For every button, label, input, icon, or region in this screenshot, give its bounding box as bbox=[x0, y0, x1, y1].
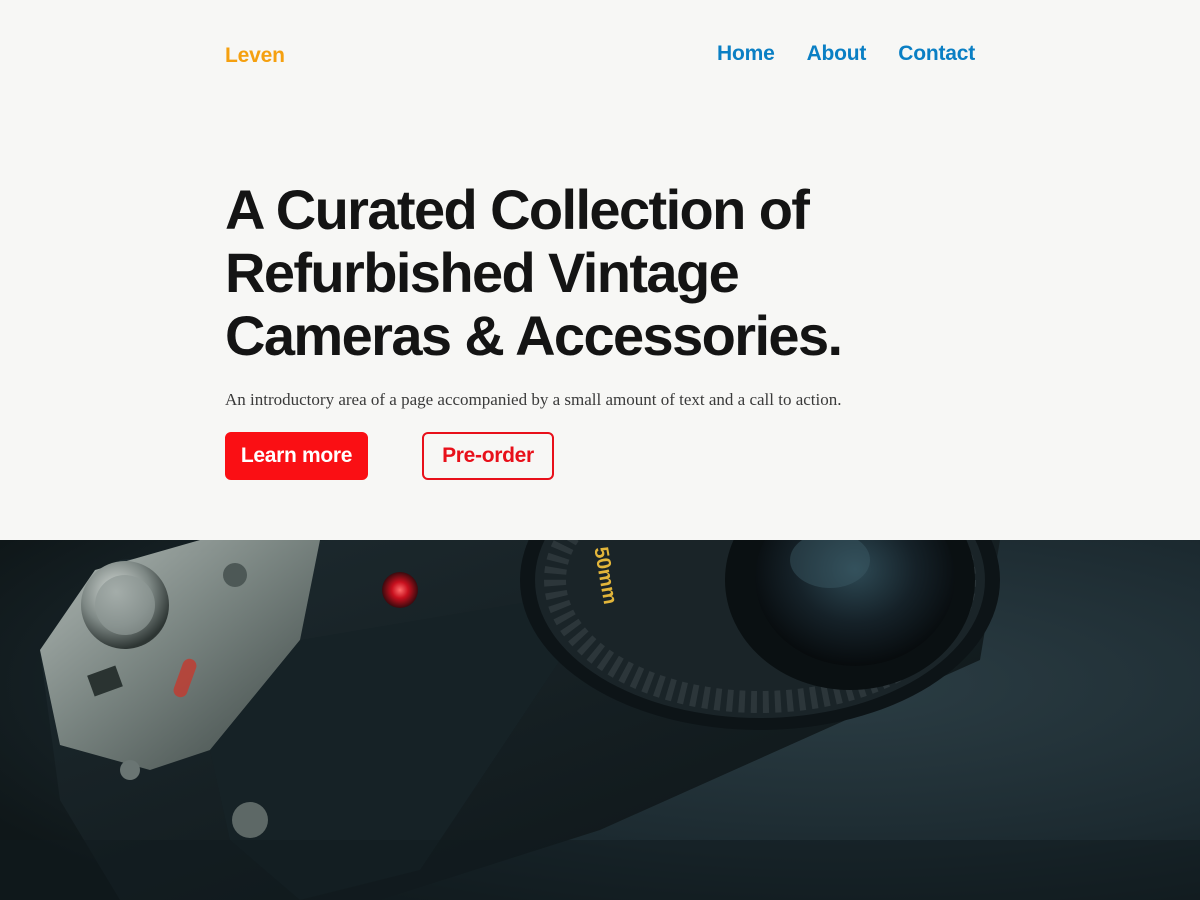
pre-order-button[interactable]: Pre-order bbox=[422, 432, 554, 480]
logo[interactable]: Leven bbox=[225, 44, 285, 68]
hero-subtitle: An introductory area of a page accompani… bbox=[225, 390, 842, 409]
hero-title: A Curated Collection of Refurbished Vint… bbox=[225, 178, 843, 367]
main-nav: Home About Contact bbox=[717, 42, 975, 66]
site-header: Leven Home About Contact bbox=[225, 40, 975, 72]
nav-link-home[interactable]: Home bbox=[717, 42, 775, 66]
nav-link-contact[interactable]: Contact bbox=[898, 42, 975, 66]
hero-image-camera: 50mm bbox=[0, 540, 1200, 900]
learn-more-button[interactable]: Learn more bbox=[225, 432, 368, 480]
nav-link-about[interactable]: About bbox=[807, 42, 867, 66]
